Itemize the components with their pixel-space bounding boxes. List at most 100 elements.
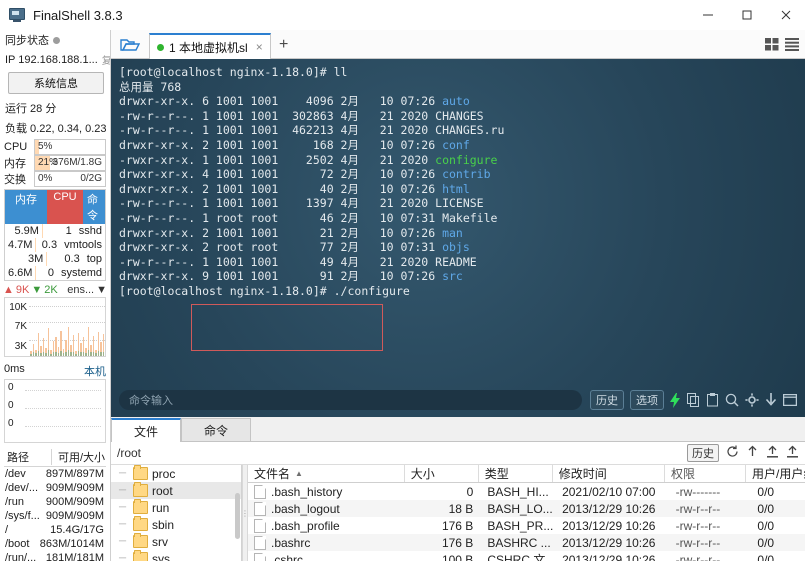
- meter-CPU: CPU 5%: [4, 138, 106, 155]
- file-permissions: -rw-r--r--: [675, 501, 721, 516]
- download-to-icon[interactable]: [766, 445, 779, 461]
- terminal-line: drwxr-xr-x. 6 1001 1001 4096 2月 10 07:26…: [119, 94, 470, 109]
- terminal-panel[interactable]: [root@localhost nginx-1.18.0]# ll 总用量 768…: [111, 59, 805, 417]
- process-cmd: top: [86, 253, 102, 265]
- directory-tree[interactable]: ─proc─root─run─sbin─srv─sys─tmp─usr: [111, 465, 242, 561]
- command-input[interactable]: 命令输入: [119, 390, 582, 410]
- terminal-filename: configure: [435, 152, 498, 167]
- close-tab-icon[interactable]: ×: [256, 40, 263, 54]
- latency-header: 0ms 本机: [0, 361, 110, 379]
- tree-expander-icon[interactable]: ─: [119, 536, 129, 547]
- terminal-line: drwxr-xr-x. 2 1001 1001 168 2月 10 07:26 …: [119, 137, 470, 152]
- upload-to-icon[interactable]: [786, 445, 799, 461]
- sync-status-label: 同步状态: [5, 35, 49, 47]
- uptime-label: 运行 28 分: [5, 103, 57, 115]
- upload-icon[interactable]: [746, 445, 759, 461]
- disk-row: /sys/f... 909M/909M: [4, 509, 106, 523]
- paste-icon[interactable]: [706, 393, 719, 407]
- path-bar[interactable]: /root 历史: [111, 442, 805, 465]
- tree-node-label: root: [152, 483, 173, 498]
- process-row[interactable]: 4.7M 0.3 vmtools: [5, 238, 105, 252]
- disk-path: /sys/f...: [5, 510, 40, 522]
- disk-row: /run/... 181M/181M: [4, 551, 106, 561]
- process-row[interactable]: 6.6M 0 systemd: [5, 266, 105, 280]
- tree-node-run[interactable]: ─ run: [111, 499, 241, 516]
- close-button[interactable]: [766, 0, 805, 30]
- tree-expander-icon[interactable]: ─: [119, 485, 129, 496]
- col-type[interactable]: 类型: [477, 465, 552, 482]
- download-icon[interactable]: [765, 393, 777, 407]
- window-icon[interactable]: [783, 394, 797, 406]
- disk-table-header: 路径 可用/大小: [4, 449, 106, 467]
- tree-node-proc[interactable]: ─ proc: [111, 465, 241, 482]
- terminal-line: -rw-r--r--. 1 1001 1001 462213 4月 21 202…: [119, 123, 505, 138]
- disk-path: /dev/...: [5, 482, 39, 494]
- network-bar: [85, 347, 87, 356]
- copy-ip-button[interactable]: 复制: [102, 52, 110, 67]
- bolt-icon[interactable]: [670, 392, 681, 408]
- file-type: BASH_PR...: [487, 518, 554, 533]
- grid-view-icon[interactable]: [765, 38, 779, 54]
- col-permissions[interactable]: 权限: [664, 465, 745, 482]
- new-tab-button[interactable]: +: [271, 32, 297, 58]
- file-size: 18 B: [448, 501, 474, 516]
- process-cmd: systemd: [61, 267, 102, 279]
- tab-files[interactable]: 文件: [111, 418, 181, 442]
- terminal-filename: src: [442, 269, 463, 284]
- file-manager-tools: 历史: [687, 444, 799, 462]
- file-row[interactable]: .bash_profile 176 B BASH_PR... 2013/12/29 1…: [248, 517, 805, 534]
- network-bar: [92, 335, 94, 356]
- meter-交换: 交换 0% 0/2G: [4, 170, 106, 187]
- terminal-line: -rw-r--r--. 1 1001 1001 302863 4月 21 202…: [119, 108, 484, 123]
- file-row[interactable]: .cshrc 100 B CSHRC 文... 2013/12/29 10:26 -rw…: [248, 551, 805, 561]
- file-row[interactable]: .bash_history 0 BASH_HI... 2021/02/10 07:00…: [248, 483, 805, 500]
- lat-y-tick-0: 0: [8, 382, 14, 393]
- copy-icon[interactable]: [687, 393, 700, 407]
- network-bar: [70, 344, 72, 356]
- system-info-button[interactable]: 系统信息: [8, 72, 104, 94]
- file-history-button[interactable]: 历史: [687, 444, 719, 462]
- file-type: BASH_HI...: [487, 484, 549, 499]
- process-cmd: sshd: [78, 225, 102, 237]
- tree-node-srv[interactable]: ─ srv: [111, 533, 241, 550]
- meter-label: 交换: [4, 173, 26, 186]
- network-bar: [82, 337, 84, 356]
- ip-address-label: IP 192.168.188.1...: [5, 53, 98, 66]
- file-row[interactable]: .bash_logout 18 B BASH_LO... 2013/12/29 10:…: [248, 500, 805, 517]
- terminal-options-button[interactable]: 选项: [630, 390, 664, 410]
- file-row[interactable]: .bashrc 176 B BASHRC ... 2013/12/29 10:26 -r…: [248, 534, 805, 551]
- col-size[interactable]: 大小: [403, 465, 478, 482]
- tree-expander-icon[interactable]: ─: [119, 553, 129, 561]
- tree-expander-icon[interactable]: ─: [119, 468, 129, 479]
- tree-expander-icon[interactable]: ─: [119, 502, 129, 513]
- gear-icon[interactable]: [745, 393, 759, 407]
- open-folder-icon[interactable]: [111, 31, 149, 58]
- meter-bar: 5%: [34, 138, 106, 155]
- tab-commands[interactable]: 命令: [181, 418, 251, 441]
- network-interface-select[interactable]: ens... ▼: [67, 284, 107, 296]
- col-owner[interactable]: 用户/用户组: [745, 465, 805, 482]
- terminal-filename: LICENSE: [435, 196, 484, 211]
- maximize-button[interactable]: [727, 0, 766, 30]
- session-tab-1[interactable]: 1 本地虚拟机sl ×: [149, 33, 271, 59]
- col-filename[interactable]: 文件名 ▲: [248, 465, 404, 482]
- tree-node-sys[interactable]: ─ sys: [111, 550, 241, 561]
- network-bar: [40, 346, 42, 356]
- folder-icon: [133, 482, 148, 497]
- tree-node-sbin[interactable]: ─ sbin: [111, 516, 241, 533]
- col-modified[interactable]: 修改时间: [551, 465, 664, 482]
- tree-node-root[interactable]: ─ root: [111, 482, 241, 499]
- refresh-icon[interactable]: [726, 445, 739, 461]
- terminal-history-button[interactable]: 历史: [590, 390, 624, 410]
- minimize-button[interactable]: [688, 0, 727, 30]
- tree-scrollbar[interactable]: [235, 493, 240, 539]
- network-bar: [95, 349, 97, 356]
- process-row[interactable]: 3M 0.3 top: [5, 252, 105, 266]
- list-view-icon[interactable]: [785, 38, 799, 54]
- tree-expander-icon[interactable]: ─: [119, 519, 129, 530]
- terminal-filename: CHANGES.ru: [435, 123, 505, 138]
- network-bar: [45, 347, 47, 356]
- process-row[interactable]: 5.9M 1 sshd: [5, 224, 105, 238]
- disk-value: 897M/897M: [45, 468, 104, 480]
- search-icon[interactable]: [725, 393, 739, 407]
